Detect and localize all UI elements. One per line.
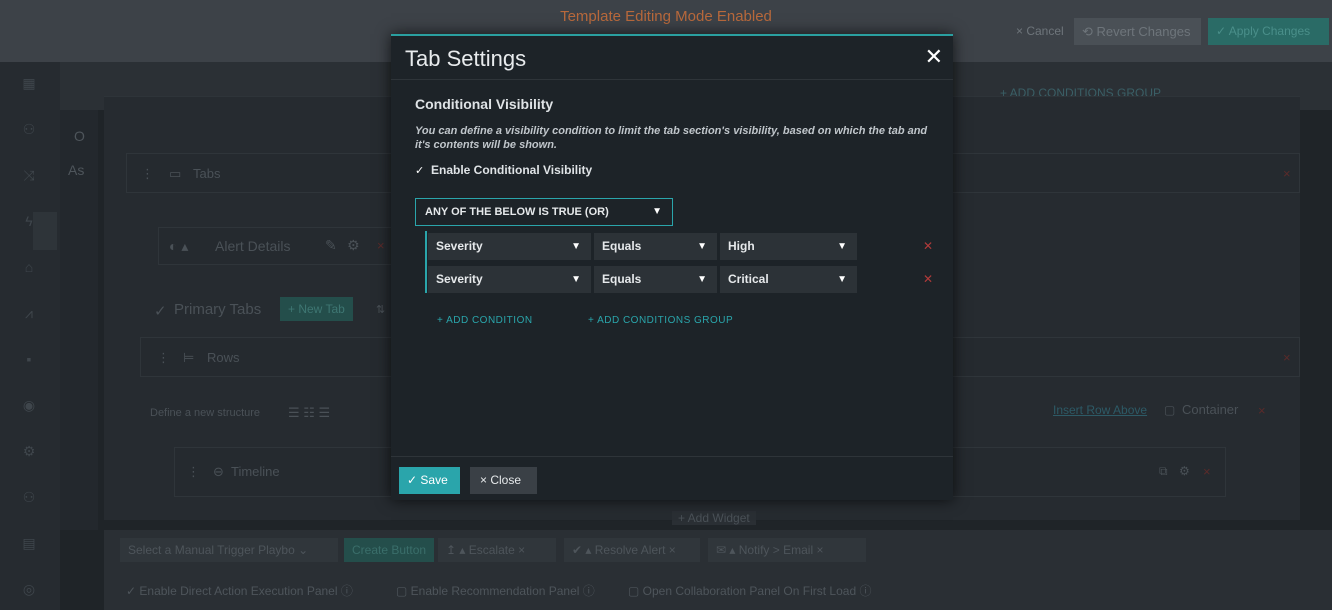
- dialog-title: Tab Settings: [405, 46, 527, 71]
- condition-value-select[interactable]: High ▼: [720, 233, 857, 260]
- caret-down-icon: ▼: [571, 274, 581, 285]
- remove-condition-icon[interactable]: ✕: [923, 239, 933, 253]
- enable-conditional-visibility-label: Enable Conditional Visibility: [431, 163, 593, 177]
- condition-value-select[interactable]: Critical ▼: [720, 266, 857, 293]
- condition-field-value: Severity: [436, 239, 483, 253]
- condition-value: Critical: [728, 272, 769, 286]
- condition-group-bar: [425, 231, 427, 293]
- close-button[interactable]: × Close: [470, 467, 537, 494]
- enable-conditional-visibility-checkbox[interactable]: ✓ Enable Conditional Visibility: [415, 163, 592, 177]
- condition-field-select[interactable]: Severity ▼: [428, 233, 591, 260]
- add-conditions-group-link[interactable]: + ADD CONDITIONS GROUP: [588, 315, 733, 326]
- condition-field-select[interactable]: Severity ▼: [428, 266, 591, 293]
- remove-condition-icon[interactable]: ✕: [923, 272, 933, 286]
- dialog-header: Tab Settings ✕: [391, 36, 953, 80]
- condition-value: High: [728, 239, 755, 253]
- save-button[interactable]: ✓ Save: [399, 467, 460, 494]
- condition-operator-select[interactable]: ANY OF THE BELOW IS TRUE (OR) ▼: [415, 198, 673, 226]
- condition-operator-dropdown[interactable]: Equals ▼: [594, 233, 717, 260]
- caret-down-icon: ▼: [697, 241, 707, 252]
- caret-down-icon: ▼: [837, 274, 847, 285]
- condition-op-value: Equals: [602, 272, 642, 286]
- caret-down-icon: ▼: [652, 206, 662, 217]
- condition-op-value: Equals: [602, 239, 642, 253]
- condition-operator-dropdown[interactable]: Equals ▼: [594, 266, 717, 293]
- condition-field-value: Severity: [436, 272, 483, 286]
- close-icon[interactable]: ✕: [925, 44, 943, 70]
- dialog-footer: ✓ Save × Close: [391, 456, 953, 502]
- caret-down-icon: ▼: [837, 241, 847, 252]
- condition-operator-value: ANY OF THE BELOW IS TRUE (OR): [425, 206, 609, 218]
- tab-settings-dialog: Tab Settings ✕ Conditional Visibility Yo…: [391, 34, 953, 500]
- caret-down-icon: ▼: [571, 241, 581, 252]
- add-condition-link[interactable]: + ADD CONDITION: [437, 315, 533, 326]
- check-icon: ✓: [415, 165, 425, 177]
- conditional-visibility-heading: Conditional Visibility: [415, 96, 554, 112]
- conditional-visibility-description: You can define a visibility condition to…: [415, 125, 928, 151]
- caret-down-icon: ▼: [697, 274, 707, 285]
